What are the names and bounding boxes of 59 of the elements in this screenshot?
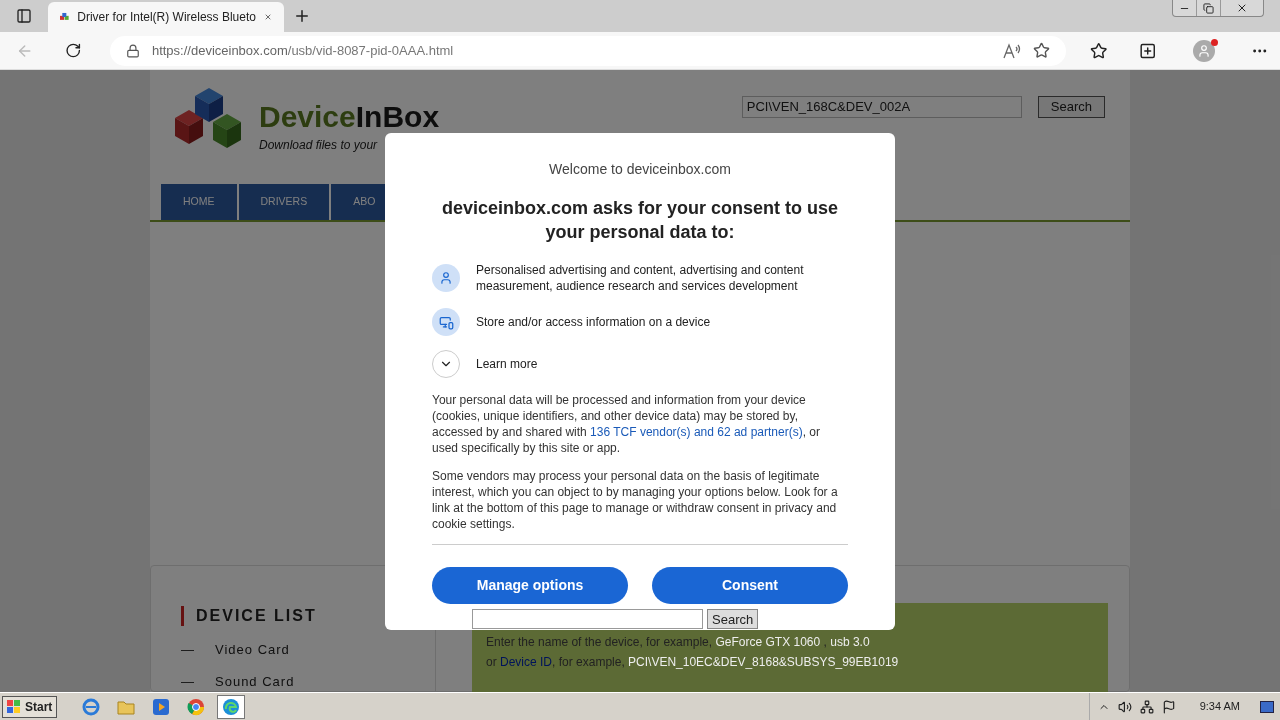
show-desktop-button[interactable] xyxy=(1260,700,1274,713)
close-window-icon[interactable] xyxy=(1236,2,1248,14)
address-bar[interactable]: https://deviceinbox.com/usb/vid-8087-pid-0AAA.html xyxy=(109,35,1066,66)
device-id-link[interactable]: Device ID xyxy=(500,655,553,669)
device-icon xyxy=(432,308,460,336)
clock[interactable]: 9:34 AM xyxy=(1199,698,1240,715)
speaker-icon[interactable] xyxy=(1117,699,1132,714)
collections-icon[interactable] xyxy=(1139,41,1157,60)
data-use-paragraph: Your personal data will be processed and information from your device (cookies, unique identifiers, and other device data) may be stored by, accessed by and shared with 136 TCF vendor(s) and 62 ad partner(s), or used specifically by this site or app. xyxy=(432,392,821,456)
browser-tab[interactable]: Driver for Intel(R) Wireless Blueto xyxy=(48,2,284,32)
example-link[interactable]: PCI\VEN_10EC&DEV_8168&SUBSYS_99EB1019 xyxy=(628,655,899,669)
start-button[interactable]: Start xyxy=(2,695,58,718)
dialog-heading: deviceinbox.com asks for your consent to use your personal data to: xyxy=(440,197,840,244)
search-button[interactable]: Search xyxy=(1037,96,1105,118)
example-link[interactable]: GeForce GTX 1060 xyxy=(715,635,821,649)
consent-button[interactable]: Consent xyxy=(652,567,848,604)
read-aloud-icon[interactable] xyxy=(1002,42,1021,59)
device-search-field[interactable] xyxy=(472,609,703,629)
new-tab-icon[interactable] xyxy=(293,7,311,25)
purpose-text: Store and/or access information on a device xyxy=(476,314,711,330)
device-search-button[interactable]: Search xyxy=(707,609,759,629)
list-dash: — xyxy=(181,672,195,691)
flag-icon[interactable] xyxy=(1161,699,1176,714)
example-link[interactable]: usb 3.0 xyxy=(830,635,870,649)
search-hint-text: or Device ID, for example, PCI\VEN_10EC&DEV_8168&SUBSYS_99EB1019 xyxy=(486,654,900,671)
tab-actions-icon[interactable] xyxy=(16,8,32,24)
device-category-link[interactable]: Video Card xyxy=(215,640,290,660)
person-icon xyxy=(432,264,460,292)
site-logo-text[interactable]: DeviceInBox xyxy=(259,102,440,132)
device-list-title: DEVICE LIST xyxy=(196,606,317,626)
learn-more-label[interactable]: Learn more xyxy=(476,355,538,373)
purpose-text: Personalised advertising and content, advertising and content measurement, audience research and services development xyxy=(476,262,805,294)
restore-icon[interactable] xyxy=(1203,2,1214,14)
nav-tab[interactable]: HOME xyxy=(161,183,237,220)
refresh-icon[interactable] xyxy=(65,42,82,59)
taskbar-app[interactable] xyxy=(217,694,246,719)
edge-icon xyxy=(222,697,241,716)
folder-icon xyxy=(117,698,136,715)
list-dash: — xyxy=(181,641,195,659)
legitimate-interest-paragraph: Some vendors may process your personal data on the basis of legitimate interest, which you can object to by managing your options below. Look for a link at the bottom of this page to manage or withdraw consent in privacy and cookie settings. xyxy=(432,468,839,532)
profile-avatar[interactable] xyxy=(1192,39,1215,62)
favorites-icon[interactable] xyxy=(1089,41,1108,60)
network-icon[interactable] xyxy=(1139,699,1154,714)
device-category-link[interactable]: Sound Card xyxy=(215,671,295,691)
url-text: https://deviceinbox.com/usb/vid-8087-pid-0AAA.html xyxy=(151,41,455,60)
search-field[interactable]: PCI\VEN_168C&DEV_002A xyxy=(741,96,1022,118)
media-player-icon xyxy=(152,697,171,716)
lock-icon xyxy=(125,43,140,58)
windows-logo-icon xyxy=(7,699,21,714)
browser-e-icon xyxy=(82,697,101,716)
site-tagline: Download files to your xyxy=(259,137,379,154)
add-favorite-icon[interactable] xyxy=(1032,42,1050,59)
nav-tab[interactable]: DRIVERS xyxy=(238,183,330,220)
dialog-welcome: Welcome to deviceinbox.com xyxy=(548,160,732,179)
tab-title: Driver for Intel(R) Wireless Blueto xyxy=(77,9,256,26)
search-hint-text: Enter the name of the device, for example, GeForce GTX 1060 , usb 3.0 xyxy=(486,634,871,651)
manage-options-button[interactable]: Manage options xyxy=(432,567,628,604)
vendors-link[interactable]: 136 TCF vendor(s) and 62 ad partner(s) xyxy=(590,425,803,439)
chrome-icon xyxy=(187,697,206,716)
